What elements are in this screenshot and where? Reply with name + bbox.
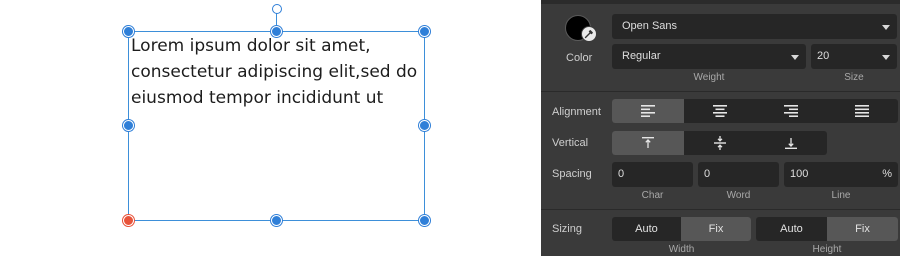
- align-justify-icon: [855, 105, 869, 117]
- vertical-align-top-button[interactable]: [612, 131, 684, 155]
- font-size-dropdown[interactable]: 20: [811, 44, 897, 69]
- resize-handle-bottom[interactable]: [271, 215, 282, 226]
- resize-handle-left[interactable]: [123, 120, 134, 131]
- font-family-dropdown[interactable]: Open Sans: [612, 14, 897, 39]
- font-weight-value: Regular: [622, 50, 661, 62]
- vertical-label: Vertical: [552, 137, 589, 149]
- alignment-label: Alignment: [552, 106, 601, 118]
- height-fix-label: Fix: [855, 223, 870, 235]
- eyedropper-icon[interactable]: [581, 26, 597, 42]
- font-family-value: Open Sans: [622, 20, 678, 32]
- align-left-button[interactable]: [612, 99, 684, 123]
- resize-handle-top-right[interactable]: [419, 26, 430, 37]
- resize-handle-top[interactable]: [271, 26, 282, 37]
- text-properties-panel: Color Open Sans Regular 20 Weight Size A…: [541, 0, 900, 256]
- chevron-down-icon: [791, 55, 799, 60]
- width-fix-label: Fix: [708, 223, 724, 235]
- height-fix-button[interactable]: Fix: [827, 217, 898, 241]
- align-bottom-icon: [785, 138, 797, 149]
- section-divider: [541, 91, 900, 92]
- sizing-label: Sizing: [552, 223, 582, 235]
- line-spacing-unit: %: [882, 168, 892, 180]
- font-size-value: 20: [817, 50, 830, 62]
- width-fix-button[interactable]: Fix: [681, 217, 751, 241]
- height-sizing-control[interactable]: Auto Fix: [756, 217, 898, 241]
- section-divider: [541, 209, 900, 210]
- line-spacing-input[interactable]: 100 %: [784, 162, 898, 187]
- align-justify-button[interactable]: [826, 99, 898, 123]
- align-center-icon: [712, 105, 727, 117]
- word-caption: Word: [726, 190, 751, 201]
- spacing-label: Spacing: [552, 168, 592, 180]
- width-sizing-control[interactable]: Auto Fix: [612, 217, 751, 241]
- resize-handle-bottom-right[interactable]: [419, 215, 430, 226]
- chevron-down-icon: [882, 25, 890, 30]
- align-right-icon: [783, 105, 798, 117]
- align-middle-icon: [713, 136, 726, 150]
- resize-handle-top-left[interactable]: [123, 26, 134, 37]
- vertical-align-middle-button[interactable]: [684, 131, 755, 155]
- char-spacing-value: 0: [618, 168, 625, 180]
- vertical-align-bottom-button[interactable]: [755, 131, 827, 155]
- align-right-button[interactable]: [755, 99, 826, 123]
- color-label: Color: [566, 52, 593, 64]
- align-center-button[interactable]: [684, 99, 755, 123]
- text-box[interactable]: Lorem ipsum dolor sit amet, consectetur …: [128, 31, 425, 221]
- resize-handle-bottom-left[interactable]: [123, 215, 134, 226]
- height-auto-label: Auto: [780, 223, 803, 235]
- char-spacing-input[interactable]: 0: [612, 162, 693, 187]
- rotate-handle[interactable]: [272, 4, 282, 14]
- resize-handle-right[interactable]: [419, 120, 430, 131]
- height-auto-button[interactable]: Auto: [756, 217, 827, 241]
- line-caption: Line: [831, 190, 851, 201]
- width-auto-button[interactable]: Auto: [612, 217, 681, 241]
- vertical-align-segmented-control[interactable]: [612, 131, 827, 155]
- design-canvas[interactable]: Lorem ipsum dolor sit amet, consectetur …: [0, 0, 541, 256]
- line-spacing-value: 100: [790, 168, 809, 180]
- width-caption: Width: [668, 244, 695, 255]
- size-caption: Size: [844, 72, 864, 83]
- panel-top-bar: [541, 0, 900, 4]
- word-spacing-value: 0: [704, 168, 711, 180]
- chevron-down-icon: [882, 55, 890, 60]
- width-auto-label: Auto: [635, 223, 658, 235]
- align-left-icon: [641, 105, 655, 117]
- text-box-content[interactable]: Lorem ipsum dolor sit amet, consectetur …: [131, 33, 422, 111]
- font-weight-dropdown[interactable]: Regular: [612, 44, 806, 69]
- word-spacing-input[interactable]: 0: [698, 162, 779, 187]
- align-top-icon: [642, 137, 654, 148]
- alignment-segmented-control[interactable]: [612, 99, 898, 123]
- char-caption: Char: [641, 190, 664, 201]
- height-caption: Height: [812, 244, 842, 255]
- weight-caption: Weight: [693, 72, 725, 83]
